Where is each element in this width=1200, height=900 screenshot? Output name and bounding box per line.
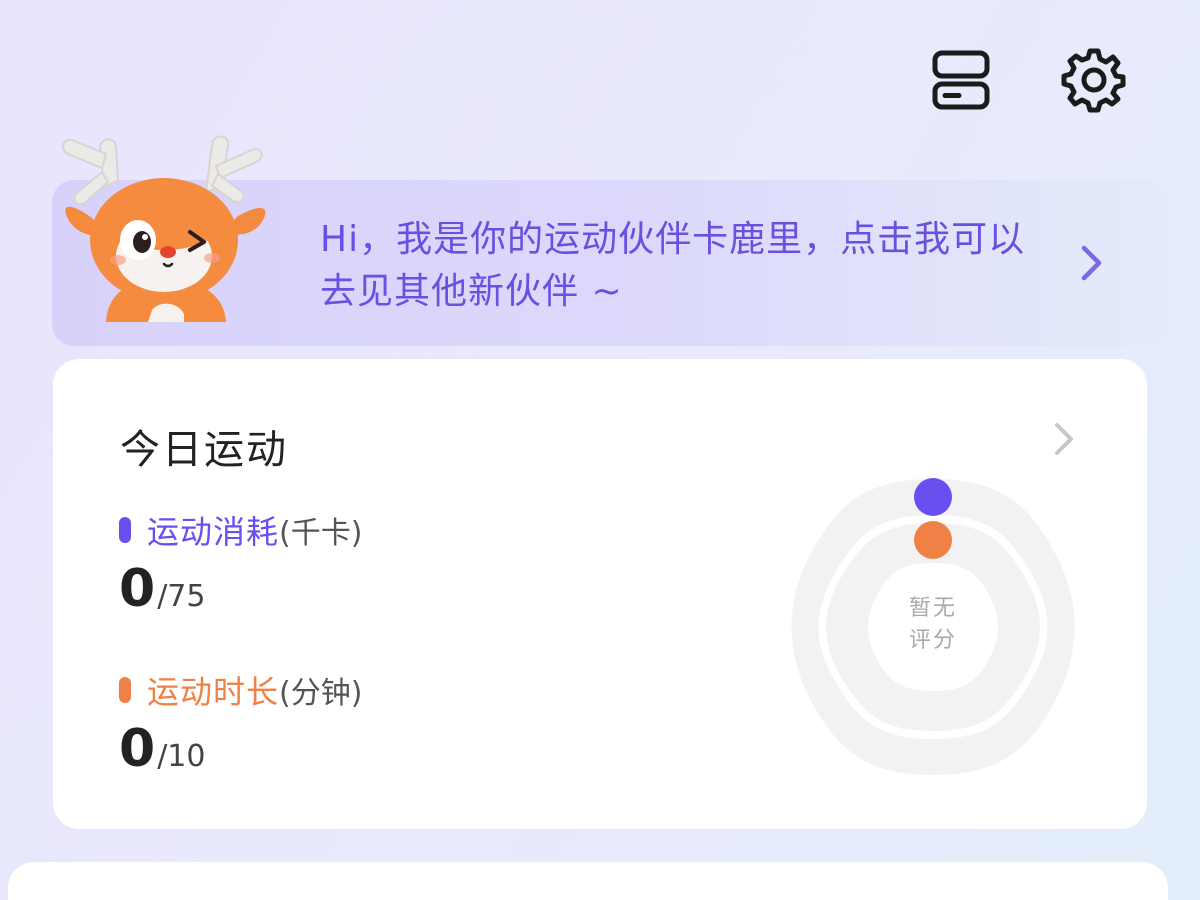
duration-target: /10 — [157, 739, 206, 774]
calories-current: 0 — [119, 559, 156, 619]
calories-value: 0 /75 — [119, 559, 205, 619]
storage-icon — [932, 50, 990, 110]
storage-button[interactable] — [925, 44, 997, 116]
calories-target: /75 — [157, 579, 206, 614]
duration-indicator — [119, 677, 131, 703]
companion-message: Hi，我是你的运动伙伴卡鹿里，点击我可以去见其他新伙伴 ~ — [320, 219, 1026, 312]
score-line-1: 暂无 — [908, 596, 957, 621]
today-exercise-card[interactable]: 今日运动 运动消耗 (千卡) 0 /75 运动时长 (分钟) 0 /10 暂无 … — [53, 359, 1147, 829]
settings-button[interactable] — [1058, 44, 1130, 116]
next-card — [8, 862, 1168, 900]
duration-current: 0 — [119, 719, 156, 779]
calories-progress-marker — [914, 478, 952, 516]
chevron-right-icon — [1081, 245, 1102, 281]
score-line-2: 评分 — [908, 628, 957, 653]
chevron-right-icon[interactable] — [1053, 421, 1075, 457]
score-placeholder: 暂无 评分 — [883, 593, 983, 657]
duration-name: 运动时长 — [147, 673, 280, 711]
duration-label: 运动时长 (分钟) — [119, 667, 362, 713]
gear-icon — [1061, 48, 1126, 113]
duration-progress-marker — [914, 521, 952, 559]
card-title: 今日运动 — [120, 427, 288, 473]
calories-unit: (千卡) — [279, 516, 363, 551]
deer-mascot[interactable] — [56, 110, 276, 322]
calories-name: 运动消耗 — [147, 513, 280, 551]
calories-label: 运动消耗 (千卡) — [119, 507, 362, 553]
calories-indicator — [119, 517, 131, 543]
duration-value: 0 /10 — [119, 719, 205, 779]
duration-unit: (分钟) — [279, 676, 363, 711]
